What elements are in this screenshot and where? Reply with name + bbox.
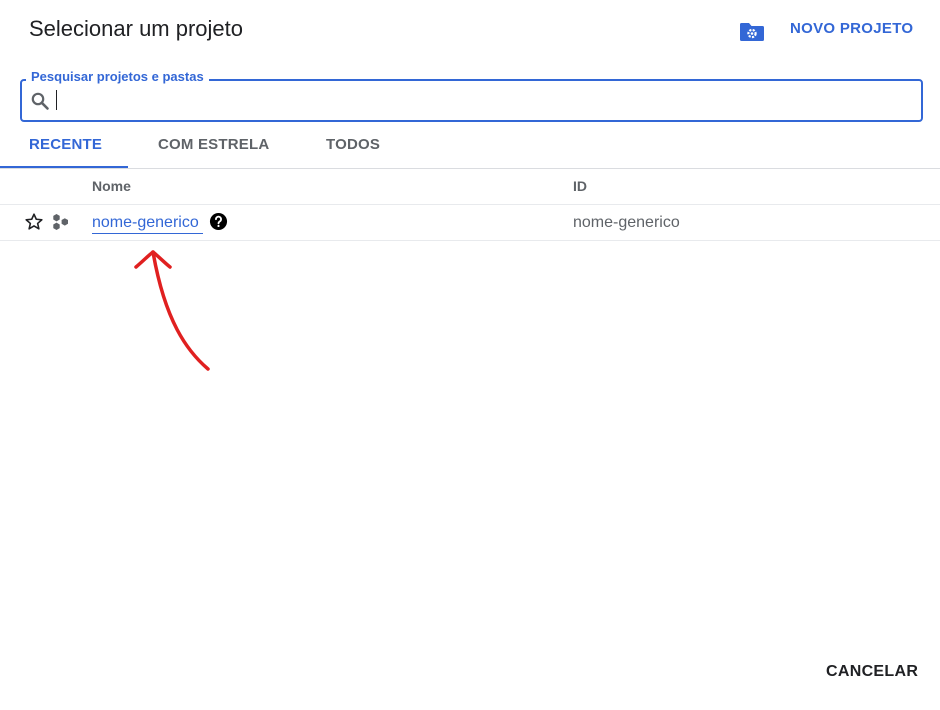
red-arrow-annotation bbox=[134, 250, 210, 371]
column-header-id[interactable]: ID bbox=[573, 178, 587, 194]
search-input-caret[interactable] bbox=[56, 90, 57, 110]
star-outline-icon[interactable] bbox=[24, 212, 44, 232]
search-icon bbox=[31, 92, 49, 110]
help-circle-icon[interactable] bbox=[209, 212, 228, 231]
tab-all[interactable]: TODOS bbox=[326, 136, 380, 153]
tab-starred[interactable]: COM ESTRELA bbox=[158, 136, 269, 153]
column-header-name[interactable]: Nome bbox=[92, 178, 131, 194]
header-divider bbox=[0, 204, 940, 205]
tab-recent[interactable]: RECENTE bbox=[29, 136, 102, 153]
folder-settings-icon[interactable] bbox=[739, 20, 765, 42]
new-project-button[interactable]: NOVO PROJETO bbox=[790, 20, 913, 37]
dialog-title: Selecionar um projeto bbox=[29, 16, 244, 41]
project-id: nome-generico bbox=[573, 214, 680, 231]
project-hexagons-icon bbox=[53, 214, 68, 230]
search-field[interactable] bbox=[20, 79, 923, 122]
row-divider bbox=[0, 240, 940, 241]
search-label: Pesquisar projetos e pastas bbox=[26, 69, 209, 84]
tabs-divider bbox=[0, 168, 940, 169]
project-name-link[interactable]: nome-generico bbox=[92, 213, 203, 234]
cancel-button[interactable]: CANCELAR bbox=[826, 663, 918, 681]
